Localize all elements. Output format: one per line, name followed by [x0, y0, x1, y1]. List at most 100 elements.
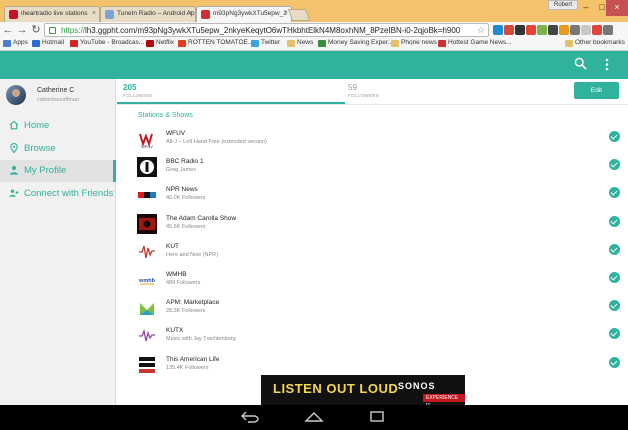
- station-row[interactable]: KUT Here and Now (NPR): [137, 240, 621, 267]
- url-path: lh3.ggpht.com/m93pNg3ywkXTu5epw_2nkyeKeq…: [85, 26, 461, 35]
- followed-check-icon[interactable]: [609, 300, 620, 312]
- forward-arrow-icon[interactable]: →: [16, 23, 28, 37]
- bookmark-twitter[interactable]: Twitter: [251, 39, 280, 47]
- search-icon[interactable]: [574, 57, 587, 70]
- friends-icon: [9, 189, 19, 197]
- station-name: BBC Radio 1: [166, 158, 204, 166]
- app-header: [0, 51, 628, 79]
- station-row[interactable]: KUTX Music with Jay Trachtenberg: [137, 324, 621, 351]
- tab-title: iheartradio live stations: [21, 10, 88, 17]
- minimize-icon[interactable]: –: [578, 0, 594, 16]
- sidebar-item-my-profile[interactable]: My Profile: [0, 160, 116, 182]
- extension-icon[interactable]: [603, 25, 613, 35]
- extension-icon[interactable]: [548, 25, 558, 35]
- kutx-logo: [137, 326, 157, 347]
- tab-title: m93pNg3ywkXTu5epw_2: [213, 10, 287, 17]
- bookmark-apps[interactable]: Apps: [3, 39, 28, 47]
- android-back-icon[interactable]: [240, 411, 260, 423]
- profile-summary[interactable]: Catherine C catherinecoffman: [0, 79, 116, 112]
- bookmark-star-icon[interactable]: ☆: [477, 25, 485, 36]
- android-home-icon[interactable]: [304, 411, 324, 423]
- kut-logo: [137, 241, 157, 262]
- station-name: WFUV: [166, 130, 186, 137]
- extension-icon[interactable]: [504, 25, 514, 35]
- window-close-icon[interactable]: ×: [606, 0, 628, 16]
- folder-icon: [391, 40, 399, 47]
- followers-label: FOLLOWERS: [348, 93, 379, 98]
- bookmark-news[interactable]: News: [287, 39, 313, 47]
- reload-icon[interactable]: ↻: [30, 23, 42, 37]
- sidebar-item-home[interactable]: Home: [0, 115, 116, 137]
- folder-icon: [565, 40, 573, 47]
- tab-close-icon[interactable]: ×: [92, 10, 96, 17]
- following-stat[interactable]: 205 FOLLOWING: [123, 83, 153, 98]
- bookmark-hotmail[interactable]: Hotmail: [32, 39, 64, 47]
- station-row[interactable]: wmhb WMHB 489 Followers: [137, 268, 621, 295]
- extension-icon[interactable]: [559, 25, 569, 35]
- station-row[interactable]: APM: Marketplace 28.3K Followers: [137, 296, 621, 323]
- stats-divider: [117, 104, 628, 105]
- browser-tab-image[interactable]: m93pNg3ywkXTu5epw_2 ×: [196, 6, 292, 22]
- extension-icon[interactable]: [537, 25, 547, 35]
- station-row[interactable]: WFUV WFUV Alt-J – Left Hand Free (extended…: [137, 127, 621, 154]
- sidebar-item-browse[interactable]: Browse: [0, 138, 116, 160]
- extension-icon[interactable]: [570, 25, 580, 35]
- browser-title-bar: iheartradio live stations × TuneIn Radio…: [0, 0, 628, 22]
- tab-close-icon[interactable]: ×: [188, 10, 192, 17]
- back-arrow-icon[interactable]: ←: [2, 23, 14, 37]
- marketplace-logo: [137, 298, 157, 319]
- station-subtitle: 135.4K Followers: [166, 364, 209, 371]
- sidebar: Catherine C catherinecoffman Home Browse…: [0, 79, 116, 405]
- tab-close-icon[interactable]: ×: [284, 10, 288, 17]
- address-bar[interactable]: https://lh3.ggpht.com/m93pNg3ywkXTu5epw_…: [44, 23, 489, 37]
- extension-icon[interactable]: [581, 25, 591, 35]
- followed-check-icon[interactable]: [609, 272, 620, 283]
- ad-cta-button[interactable]: EXPERIENCE IT: [423, 394, 465, 409]
- android-recents-icon[interactable]: [367, 411, 387, 423]
- extension-icon[interactable]: [592, 25, 602, 35]
- station-row[interactable]: The Adam Carolla Show 45.6K Followers: [137, 212, 621, 239]
- bookmark-youtube[interactable]: YouTube - Broadcas...: [70, 39, 144, 47]
- bookmark-other[interactable]: Other bookmarks: [565, 39, 625, 47]
- station-name: KUTX: [166, 327, 184, 335]
- youtube-icon: [70, 40, 78, 47]
- station-name: WMHB: [166, 271, 187, 278]
- browser-user-button[interactable]: Robert: [548, 0, 578, 10]
- followed-check-icon[interactable]: [609, 187, 620, 199]
- followed-check-icon[interactable]: [609, 328, 620, 340]
- followed-check-icon[interactable]: [609, 131, 620, 142]
- station-subtitle: 40.0K Followers: [166, 195, 206, 202]
- station-row[interactable]: NPR News 40.0K Followers: [137, 183, 621, 210]
- person-icon: [9, 165, 19, 175]
- browser-tab-tunein[interactable]: TuneIn Radio – Android Ap ×: [100, 6, 196, 22]
- wfuv-logo: WFUV: [137, 129, 157, 149]
- npr-logo: [137, 185, 157, 206]
- bookmark-netflix[interactable]: Netflix: [146, 39, 174, 47]
- browser-tab-iheartradio[interactable]: iheartradio live stations ×: [4, 6, 100, 22]
- bookmark-phone-news[interactable]: Phone news: [391, 39, 437, 47]
- bookmark-rotten-tomatoes[interactable]: ROTTEN TOMATOE...: [178, 39, 253, 47]
- url-text[interactable]: https://lh3.ggpht.com/m93pNg3ywkXTu5epw_…: [61, 26, 471, 35]
- new-tab-button[interactable]: [287, 9, 311, 21]
- extension-icon[interactable]: [493, 25, 503, 35]
- extension-icon[interactable]: [515, 25, 525, 35]
- followed-check-icon[interactable]: [609, 159, 620, 171]
- tab-title: TuneIn Radio – Android Ap: [117, 10, 195, 17]
- extension-icon[interactable]: [526, 25, 536, 35]
- ad-banner[interactable]: LISTEN OUT LOUD SONOS EXPERIENCE IT: [261, 375, 465, 409]
- wmhb-logo: wmhb: [137, 270, 157, 290]
- followed-check-icon[interactable]: [609, 215, 620, 227]
- sidebar-item-connect-friends[interactable]: Connect with Friends: [0, 183, 116, 205]
- followed-check-icon[interactable]: [609, 356, 620, 368]
- edit-profile-button[interactable]: Edit: [574, 82, 619, 99]
- section-title: Stations & Shows: [138, 112, 193, 119]
- followers-stat[interactable]: 59 FOLLOWERS: [348, 83, 379, 98]
- station-name: NPR News: [166, 186, 198, 194]
- station-name: KUT: [166, 242, 179, 250]
- station-row[interactable]: BBC Radio 1 Greg James: [137, 155, 621, 182]
- bookmark-money-saving[interactable]: Money Saving Exper...: [318, 39, 393, 47]
- more-vertical-icon[interactable]: [605, 58, 609, 71]
- main-content: 205 FOLLOWING 59 FOLLOWERS Edit Stations…: [117, 79, 628, 405]
- followed-check-icon[interactable]: [609, 243, 620, 255]
- bookmark-game-news[interactable]: Hottest Game News...: [438, 39, 512, 47]
